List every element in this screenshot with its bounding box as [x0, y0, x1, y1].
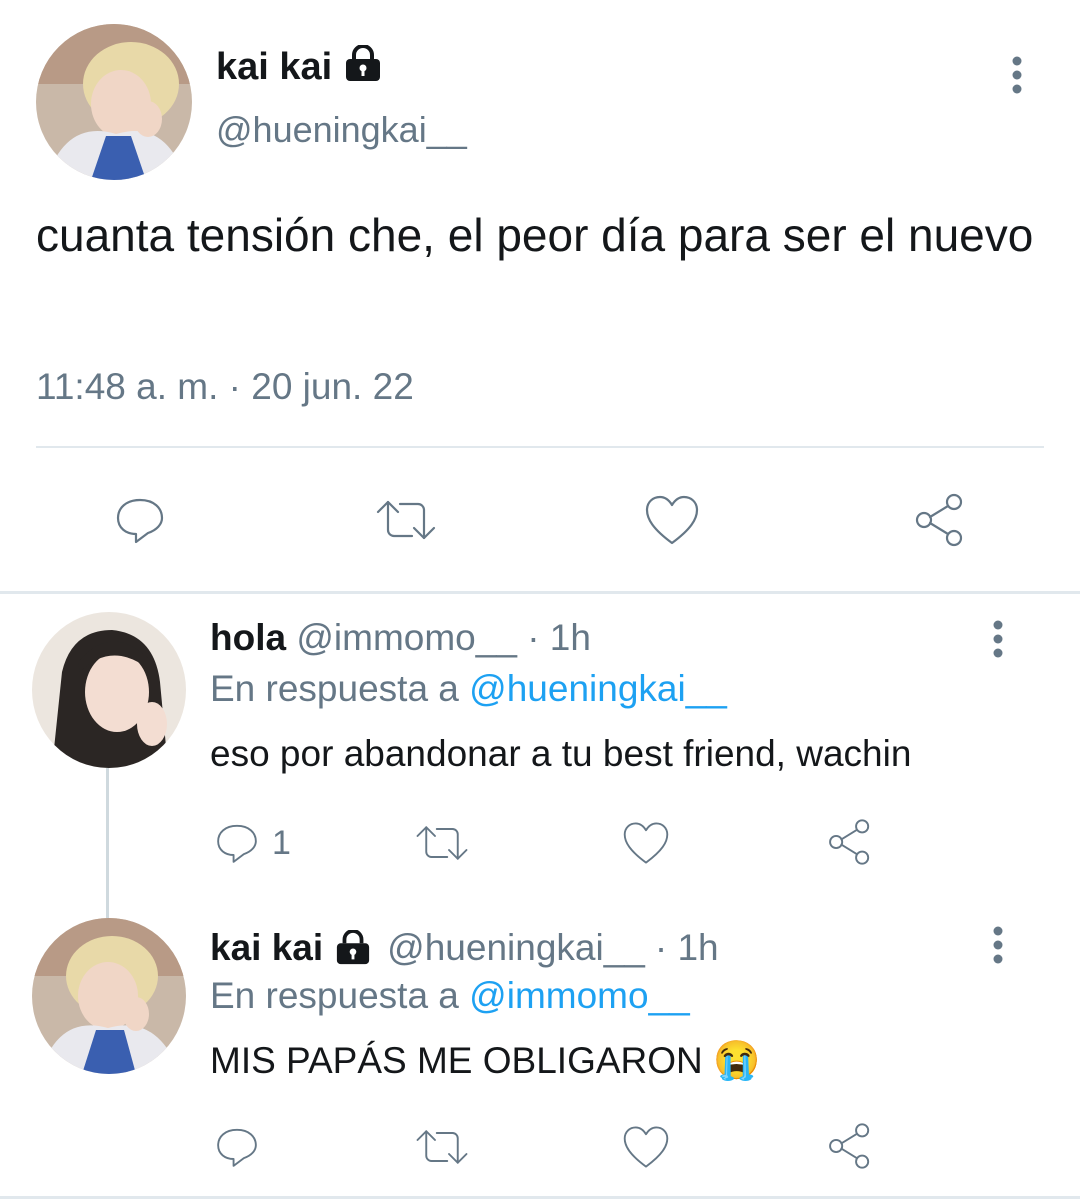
- tweet-timestamp[interactable]: 11:48 a. m. · 20 jun. 22: [36, 364, 414, 410]
- tweet-text: cuanta tensión che, el peor día para ser…: [36, 209, 1034, 261]
- reply-button[interactable]: [106, 486, 174, 554]
- reply-like-button[interactable]: [618, 1120, 674, 1174]
- reply-avatar[interactable]: [32, 612, 186, 768]
- more-options-icon[interactable]: [1000, 52, 1034, 98]
- reply-like-button[interactable]: [618, 816, 674, 870]
- retweet-button[interactable]: [372, 486, 440, 554]
- lock-icon: [342, 45, 384, 83]
- reply-time[interactable]: · 1h: [527, 617, 591, 658]
- reply-share-button[interactable]: [822, 1118, 878, 1174]
- reply-more-options-icon[interactable]: [982, 922, 1014, 968]
- reply-retweet-button[interactable]: [412, 1120, 472, 1174]
- share-nodes-icon: [829, 1123, 870, 1169]
- thread-line: [106, 768, 109, 918]
- reply-context-prefix: En respuesta a: [210, 668, 459, 709]
- reply-context-mention[interactable]: @hueningkai__: [469, 668, 727, 709]
- author-handle[interactable]: @hueningkai__: [216, 108, 467, 152]
- reply-context-prefix: En respuesta a: [210, 975, 459, 1016]
- reply-author-handle[interactable]: @hueningkai__: [387, 926, 645, 970]
- crying-face-emoji: 😭: [713, 1040, 761, 1082]
- reply-text: eso por abandonar a tu best friend, wach…: [210, 733, 912, 774]
- reply-share-button[interactable]: [822, 814, 878, 870]
- heart-outline-icon: [623, 1126, 669, 1168]
- speech-bubble-icon: [116, 498, 164, 544]
- lock-icon: [333, 930, 373, 966]
- share-nodes-icon: [915, 493, 963, 547]
- reply-author-handle[interactable]: @immomo__: [296, 617, 517, 658]
- heart-outline-icon: [645, 495, 699, 545]
- heart-outline-icon: [623, 822, 669, 864]
- reply-author-name[interactable]: hola: [210, 617, 286, 658]
- reply-context: En respuesta a @hueningkai__: [210, 667, 727, 711]
- reply-more-options-icon[interactable]: [982, 616, 1014, 662]
- reply-retweet-button[interactable]: [412, 816, 472, 870]
- reply-reply-button[interactable]: [210, 816, 264, 870]
- retweet-arrows-icon: [416, 1130, 468, 1164]
- reply-header: kai kai @hueningkai__ · 1h: [210, 926, 719, 970]
- like-button[interactable]: [638, 486, 706, 554]
- share-nodes-icon: [829, 819, 870, 865]
- speech-bubble-icon: [217, 824, 257, 863]
- reply-context: En respuesta a @immomo__: [210, 974, 690, 1018]
- retweet-arrows-icon: [376, 500, 436, 540]
- reply-header: hola @immomo__ · 1h: [210, 616, 591, 660]
- speech-bubble-icon: [217, 1128, 257, 1167]
- author-avatar[interactable]: [36, 24, 192, 180]
- divider: [36, 446, 1044, 448]
- reply-count: 1: [272, 824, 291, 862]
- reply-text: MIS PAPÁS ME OBLIGARON 😭: [210, 1038, 760, 1084]
- reply-context-mention[interactable]: @immomo__: [469, 975, 690, 1016]
- retweet-arrows-icon: [416, 826, 468, 860]
- author-name[interactable]: kai kai: [216, 44, 332, 90]
- bottom-divider: [0, 1196, 1080, 1199]
- reply-time[interactable]: · 1h: [655, 926, 719, 970]
- reply-reply-button[interactable]: [210, 1120, 264, 1174]
- share-button[interactable]: [906, 486, 974, 554]
- reply-avatar[interactable]: [32, 918, 186, 1074]
- section-divider: [0, 591, 1080, 594]
- reply-text-content: MIS PAPÁS ME OBLIGARON: [210, 1040, 703, 1081]
- reply-author-name[interactable]: kai kai: [210, 926, 323, 970]
